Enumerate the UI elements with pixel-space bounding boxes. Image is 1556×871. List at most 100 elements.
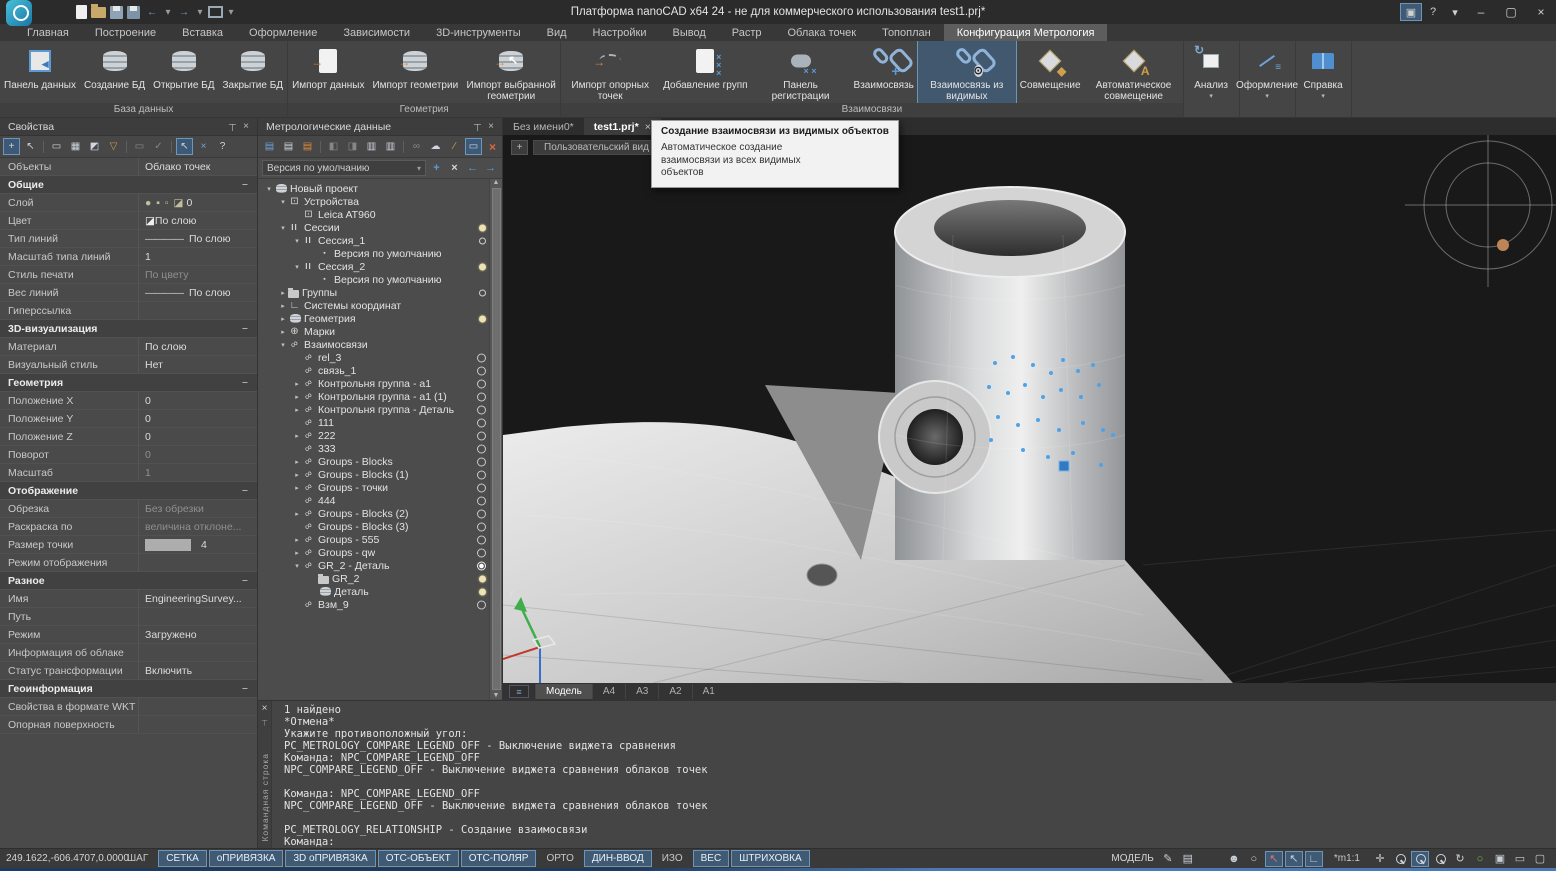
expand-arrow-icon[interactable] xyxy=(278,328,288,336)
tree-item-state-toggle[interactable] xyxy=(477,353,486,362)
expand-arrow-icon[interactable] xyxy=(292,549,302,557)
status-toggle[interactable]: ОТС-ОБЪЕКТ xyxy=(378,850,459,867)
property-value[interactable]: 0 xyxy=(138,392,257,409)
model-space-label[interactable]: МОДЕЛЬ xyxy=(1111,853,1153,864)
tree-item-state-toggle[interactable] xyxy=(477,379,486,388)
tree-item-state-toggle[interactable] xyxy=(477,509,486,518)
user-settings-icon[interactable]: ☻ xyxy=(1225,851,1243,867)
expand-arrow-icon[interactable] xyxy=(278,198,288,206)
property-value[interactable]: По слою xyxy=(138,212,257,229)
tree-item-state-toggle[interactable] xyxy=(477,431,486,440)
property-row[interactable]: Поворот 0 xyxy=(0,446,257,464)
close-icon[interactable] xyxy=(645,121,651,133)
separator[interactable] xyxy=(126,141,127,153)
ribbon-button[interactable]: Взаимосвязь xyxy=(850,41,918,103)
ribbon-menu-button[interactable]: Оформление xyxy=(1240,41,1296,117)
pin-icon[interactable] xyxy=(225,121,239,132)
zoom-window-icon[interactable] xyxy=(1431,851,1449,867)
export-session-icon[interactable]: ◨ xyxy=(344,138,361,155)
sheet-settings-icon[interactable]: ▤ xyxy=(1179,851,1197,867)
delete-version-button[interactable]: × xyxy=(447,162,462,174)
tree-item[interactable]: Сессия_1 xyxy=(258,234,502,247)
tree-item[interactable]: 444 xyxy=(258,494,502,507)
expand-arrow-icon[interactable] xyxy=(278,289,288,297)
tree-item-state-toggle[interactable] xyxy=(479,575,486,582)
plot-icon[interactable] xyxy=(208,6,223,18)
tree-item[interactable]: Геометрия xyxy=(258,312,502,325)
ribbon-button[interactable]: Импорт выбранной геометрии xyxy=(462,41,560,103)
ribbon-button[interactable]: Импорт геометрии xyxy=(368,41,462,103)
property-row[interactable]: Геометрия xyxy=(0,374,257,392)
tree-item[interactable]: Версия по умолчанию xyxy=(258,247,502,260)
tree-item-state-toggle[interactable] xyxy=(479,588,486,595)
tree-item[interactable]: Groups - Blocks xyxy=(258,455,502,468)
tree-item[interactable]: Groups - Blocks (1) xyxy=(258,468,502,481)
tree-item[interactable]: Деталь xyxy=(258,585,502,598)
doc-split-icon[interactable]: ▥ xyxy=(382,138,399,155)
tree-item[interactable]: Марки xyxy=(258,325,502,338)
ribbon-button[interactable]: Открытие БД xyxy=(149,41,218,103)
tree-item-state-toggle[interactable] xyxy=(477,366,486,375)
tree-item-state-toggle[interactable] xyxy=(477,548,486,557)
scroll-down-icon[interactable]: ▼ xyxy=(493,692,500,699)
tree-item[interactable]: связь_1 xyxy=(258,364,502,377)
cursor-box-icon[interactable]: ↖ xyxy=(1285,851,1303,867)
property-row[interactable]: Тип линий По слою xyxy=(0,230,257,248)
document-tab[interactable]: test1.prj* xyxy=(584,118,661,135)
ribbon-button[interactable]: Добавление групп xyxy=(659,41,751,103)
ribbon-tab[interactable]: Топоплан xyxy=(869,24,944,41)
property-value[interactable]: 0 xyxy=(138,446,257,463)
tree-item[interactable]: Контрольня группа - a1 xyxy=(258,377,502,390)
property-value[interactable]: 0 xyxy=(138,410,257,427)
close-button[interactable]: × xyxy=(1526,0,1556,24)
property-row[interactable]: Положение Z 0 xyxy=(0,428,257,446)
property-row[interactable]: Материал По слою xyxy=(0,338,257,356)
tree-item-state-toggle[interactable] xyxy=(477,535,486,544)
tree-item[interactable]: Сессия_2 xyxy=(258,260,502,273)
ribbon-button[interactable]: Импорт опорных точек xyxy=(561,41,659,103)
light-icon[interactable]: ○ xyxy=(1245,851,1263,867)
zoom-icon[interactable] xyxy=(1391,851,1409,867)
zoom-realtime-icon[interactable] xyxy=(1411,851,1429,867)
ribbon-menu-button[interactable]: Анализ xyxy=(1184,41,1240,117)
clear-icon[interactable]: × xyxy=(195,138,212,155)
property-row[interactable]: Информация об облаке xyxy=(0,644,257,662)
expand-arrow-icon[interactable] xyxy=(278,315,288,323)
orbit-icon[interactable]: ↻ xyxy=(1451,851,1469,867)
property-value[interactable] xyxy=(138,716,257,733)
property-value[interactable] xyxy=(138,608,257,625)
layout-tab[interactable]: A1 xyxy=(692,684,725,699)
tree-item[interactable]: Groups - qw xyxy=(258,546,502,559)
expand-arrow-icon[interactable] xyxy=(278,224,288,232)
redo-icon[interactable]: → xyxy=(176,4,192,20)
ribbon-button[interactable]: Взаимосвязь из видимых xyxy=(918,41,1016,103)
ribbon-tab[interactable]: Построение xyxy=(82,24,169,41)
ribbon-button[interactable]: Панель данных xyxy=(0,41,80,103)
ribbon-tab[interactable]: Оформление xyxy=(236,24,330,41)
measure-icon[interactable]: ∕ xyxy=(446,138,463,155)
property-value[interactable]: По цвету xyxy=(138,266,257,283)
crossing-select-icon[interactable]: ▦ xyxy=(67,138,84,155)
tree-item[interactable]: Groups - Blocks (2) xyxy=(258,507,502,520)
property-row[interactable]: Вес линий По слою xyxy=(0,284,257,302)
tree-item-state-toggle[interactable] xyxy=(477,470,486,479)
status-toggle[interactable]: ШАГ xyxy=(119,850,156,867)
property-value[interactable]: Загружено xyxy=(138,626,257,643)
property-row[interactable]: Режим Загружено xyxy=(0,626,257,644)
tree-item-state-toggle[interactable] xyxy=(477,561,486,570)
pin-icon[interactable] xyxy=(261,718,268,727)
save-icon[interactable] xyxy=(110,6,123,19)
undo-menu-icon[interactable]: ▾ xyxy=(164,4,172,20)
property-value[interactable]: Облако точек xyxy=(138,158,257,175)
property-row[interactable]: Режим отображения xyxy=(0,554,257,572)
ribbon-button[interactable]: Совмещение xyxy=(1016,41,1085,103)
redo-menu-icon[interactable]: ▾ xyxy=(196,4,204,20)
layout-tab[interactable]: Модель xyxy=(535,684,592,699)
property-row[interactable]: Положение X 0 xyxy=(0,392,257,410)
expand-arrow-icon[interactable] xyxy=(292,393,302,401)
expand-arrow-icon[interactable] xyxy=(292,536,302,544)
cloud-icon[interactable]: ☁ xyxy=(427,138,444,155)
ribbon-button[interactable]: Автоматическое совмещение xyxy=(1085,41,1183,103)
property-value[interactable]: EngineeringSurvey... xyxy=(138,590,257,607)
tree-item[interactable]: GR_2 - Деталь xyxy=(258,559,502,572)
